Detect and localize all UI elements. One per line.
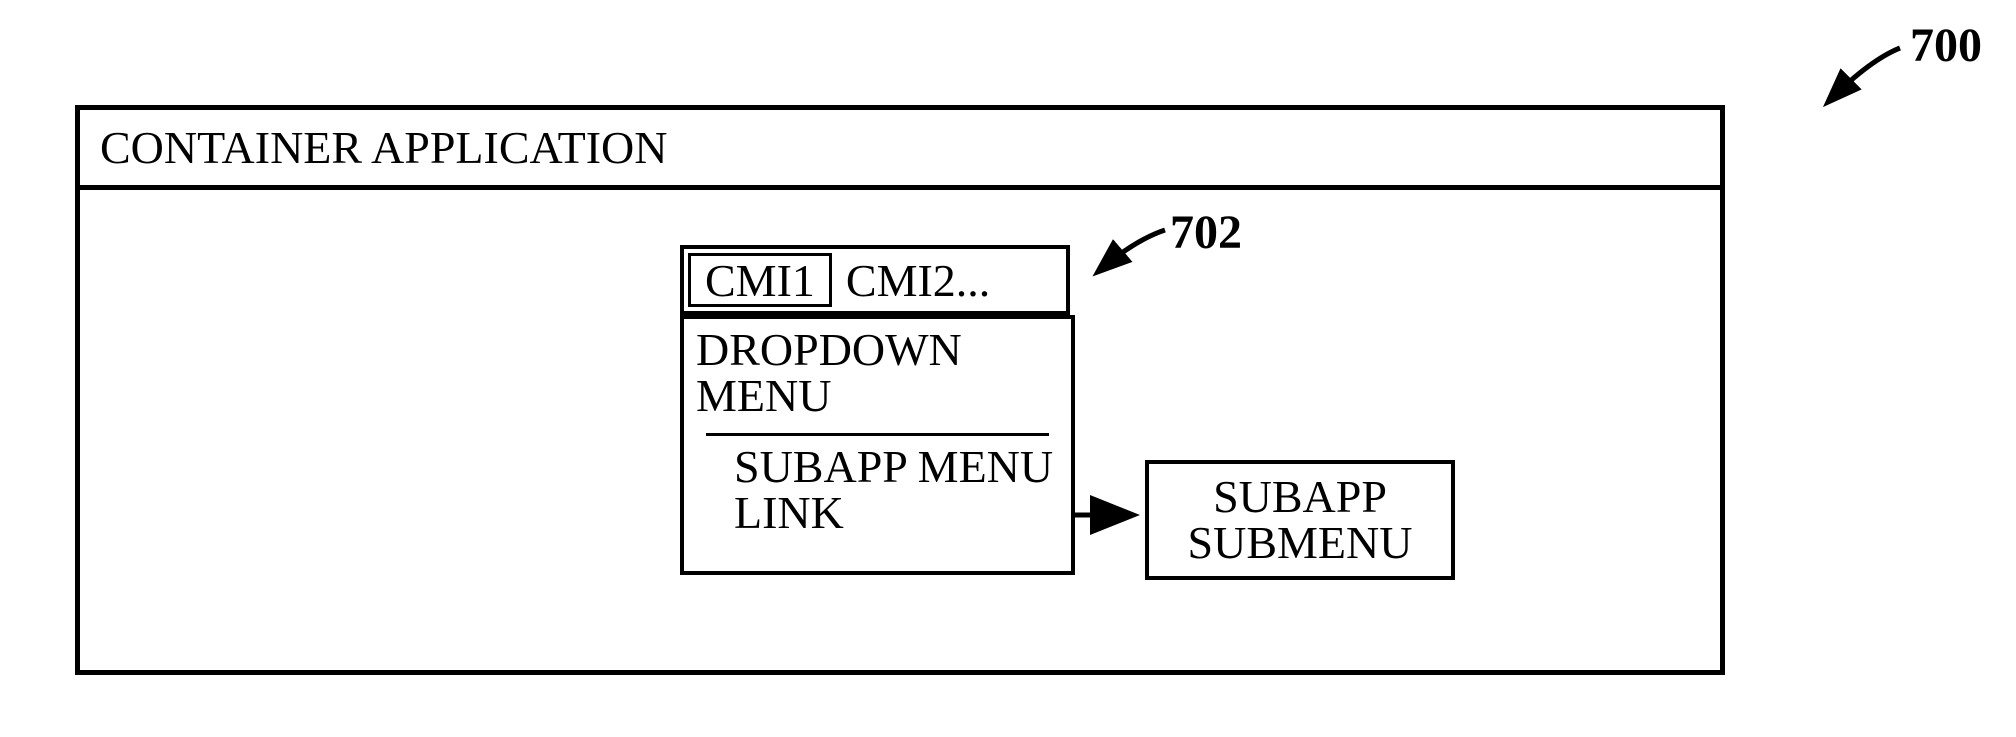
dropdown-menu: DROPDOWN MENU SUBAPP MENU LINK <box>680 315 1075 575</box>
subapp-submenu[interactable]: SUBAPP SUBMENU <box>1145 460 1455 580</box>
callout-702: 702 <box>1170 205 1242 260</box>
menu-item-cmi1[interactable]: CMI1 <box>688 253 832 307</box>
window-title-bar: CONTAINER APPLICATION <box>80 110 1720 190</box>
dropdown-menu-header: DROPDOWN MENU <box>684 319 1071 427</box>
divider <box>706 433 1049 436</box>
window-body: CMI1 CMI2... 702 DROPDOWN MENU SUBAPP ME… <box>80 190 1720 670</box>
submenu-arrow-icon <box>1075 500 1150 530</box>
context-menu-bar: CMI1 CMI2... <box>680 245 1070 315</box>
subapp-menu-link[interactable]: SUBAPP MENU LINK <box>684 442 1071 544</box>
callout-700-arrow <box>1800 30 1920 110</box>
callout-702-arrow <box>1080 220 1180 280</box>
callout-700: 700 <box>1910 18 1982 73</box>
menu-item-cmi2[interactable]: CMI2... <box>832 249 1004 311</box>
window-title: CONTAINER APPLICATION <box>100 121 668 174</box>
container-application-window: CONTAINER APPLICATION CMI1 CMI2... 702 <box>75 105 1725 675</box>
